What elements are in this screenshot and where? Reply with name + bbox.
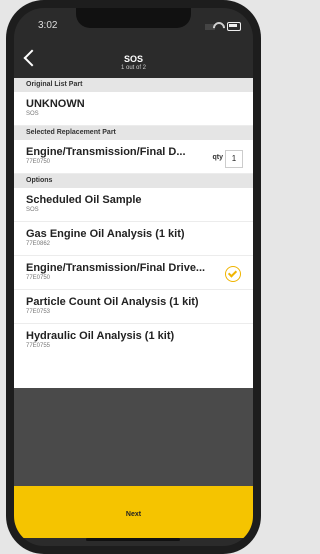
- nav-bar: SOS 1 out of 2: [14, 49, 253, 76]
- next-button-label: Next: [125, 511, 142, 518]
- option-code: SOS: [26, 207, 39, 213]
- app-screen: 3:02 SOS 1 out of 2 Original List Part U…: [14, 8, 253, 546]
- option-title: Engine/Transmission/Final Drive...: [26, 262, 206, 274]
- qty-label: qty: [212, 154, 224, 161]
- option-title: Scheduled Oil Sample: [26, 194, 142, 206]
- original-part-code: SOS: [26, 111, 39, 117]
- page-title: SOS: [123, 54, 143, 64]
- option-code: 77E0755: [26, 343, 51, 349]
- original-part-row: UNKNOWN SOS: [14, 92, 253, 126]
- phone-frame: 3:02 SOS 1 out of 2 Original List Part U…: [6, 0, 261, 554]
- notch: [76, 8, 191, 28]
- wifi-icon: [210, 19, 228, 37]
- section-header-options: Options: [14, 174, 253, 188]
- original-part-title: UNKNOWN: [26, 98, 85, 110]
- next-button[interactable]: Next: [14, 486, 253, 538]
- option-row[interactable]: Particle Count Oil Analysis (1 kit) 77E0…: [14, 290, 253, 324]
- option-code: 77E0862: [26, 241, 51, 247]
- home-indicator: [86, 538, 180, 541]
- option-row[interactable]: Scheduled Oil Sample SOS: [14, 188, 253, 222]
- page-subtitle: 1 out of 2: [120, 65, 147, 71]
- option-title: Particle Count Oil Analysis (1 kit): [26, 296, 199, 308]
- option-title: Hydraulic Oil Analysis (1 kit): [26, 330, 175, 342]
- qty-input[interactable]: 1: [225, 150, 243, 168]
- option-code: 77E0753: [26, 309, 51, 315]
- selected-part-row[interactable]: Engine/Transmission/Final D... 77E0750 q…: [14, 140, 253, 174]
- option-row-selected[interactable]: Engine/Transmission/Final Drive... 77E07…: [14, 256, 253, 290]
- section-header-original: Original List Part: [14, 78, 253, 92]
- empty-area: [14, 388, 253, 486]
- section-header-selected: Selected Replacement Part: [14, 126, 253, 140]
- selected-part-title: Engine/Transmission/Final D...: [26, 146, 186, 158]
- status-time: 3:02: [38, 20, 58, 31]
- selected-part-code: 77E0750: [26, 159, 51, 165]
- option-code: 77E0750: [26, 275, 51, 281]
- option-row[interactable]: Gas Engine Oil Analysis (1 kit) 77E0862: [14, 222, 253, 256]
- content-list: Original List Part UNKNOWN SOS Selected …: [14, 78, 253, 388]
- status-icons: [201, 19, 241, 37]
- option-title: Gas Engine Oil Analysis (1 kit): [26, 228, 185, 240]
- option-row[interactable]: Hydraulic Oil Analysis (1 kit) 77E0755: [14, 324, 253, 357]
- check-circle-icon: [225, 266, 241, 282]
- battery-icon: [227, 22, 241, 31]
